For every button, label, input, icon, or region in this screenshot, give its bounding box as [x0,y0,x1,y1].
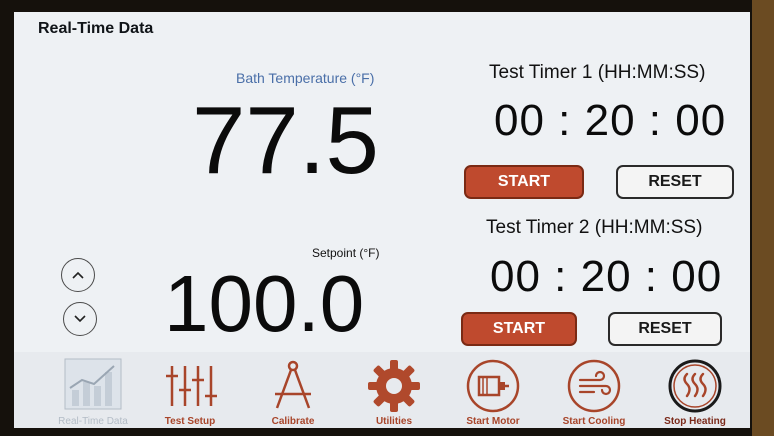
toolbar-item-real-time-data[interactable]: Real-Time Data [48,354,138,428]
timer1-title: Test Timer 1 (HH:MM:SS) [489,62,706,83]
toolbar-item-start-cooling[interactable]: Start Cooling [549,354,639,428]
bar-chart-icon [64,358,122,410]
setpoint-value: 100.0 [164,259,365,348]
toolbar-item-label: Start Motor [466,416,520,427]
motor-icon [466,359,520,413]
toolbar-item-stop-heating[interactable]: Stop Heating [650,354,740,428]
wind-icon [567,359,621,413]
chevron-down-icon [74,315,86,323]
timer2-start-button[interactable]: START [461,312,577,346]
sliders-icon [166,366,217,406]
setpoint-down-button[interactable] [63,302,97,336]
chevron-up-icon [72,271,84,279]
toolbar-item-label: Utilities [375,416,413,427]
bath-temperature-value: 77.5 [192,87,379,194]
toolbar-item-label: Calibrate [271,416,315,427]
timer2-title: Test Timer 2 (HH:MM:SS) [486,217,703,238]
timer2-reset-button[interactable]: RESET [608,312,722,346]
toolbar-item-label: Test Setup [164,416,216,427]
device-bezel [752,0,774,436]
toolbar-item-utilities[interactable]: Utilities [349,354,439,428]
setpoint-up-button[interactable] [61,258,95,292]
gear-icon [368,360,420,412]
timer1-start-button[interactable]: START [464,165,584,199]
bath-temperature-label: Bath Temperature (°F) [236,70,375,86]
timer2-time: 00 : 20 : 00 [490,252,723,301]
timer1-reset-button[interactable]: RESET [616,165,734,199]
touch-screen: Real-Time Data Bath Temperature (°F) 77.… [14,12,750,428]
toolbar-item-label: Start Cooling [562,416,626,427]
toolbar-item-label: Stop Heating [664,416,726,427]
timer1-time: 00 : 20 : 00 [494,96,727,145]
toolbar-item-start-motor[interactable]: Start Motor [448,354,538,428]
page-title: Real-Time Data [38,20,154,37]
toolbar-item-test-setup[interactable]: Test Setup [145,354,235,428]
compass-icon [275,360,311,409]
bottom-toolbar: Real-Time Data Test Setup Calibrate Util… [14,352,750,428]
toolbar-item-calibrate[interactable]: Calibrate [248,354,338,428]
toolbar-item-label: Real-Time Data [58,416,128,427]
heat-icon [668,359,722,413]
